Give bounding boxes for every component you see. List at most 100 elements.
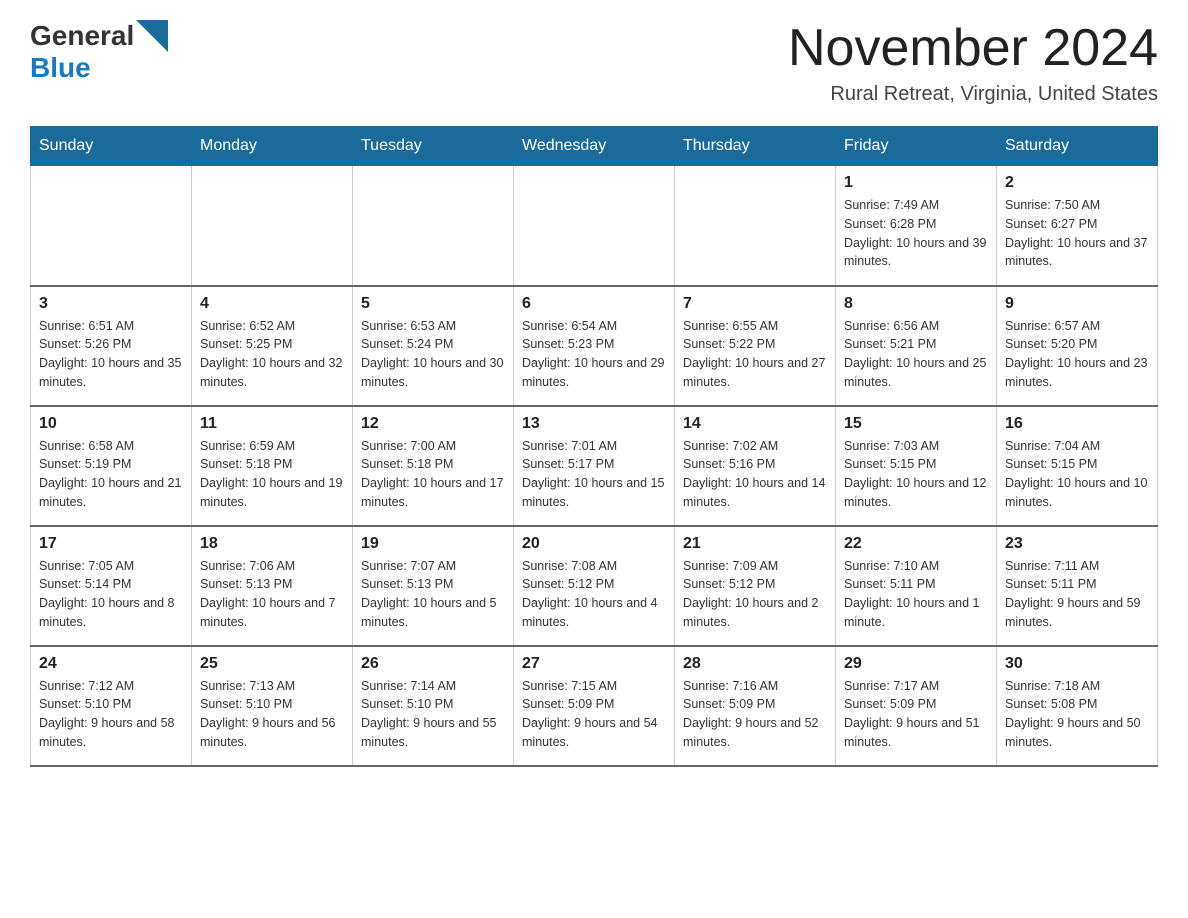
table-row: 26 Sunrise: 7:14 AMSunset: 5:10 PMDayligh… xyxy=(353,646,514,766)
day-info: Sunrise: 7:50 AMSunset: 6:27 PMDaylight:… xyxy=(1005,196,1149,271)
table-row: 1Sunrise: 7:49 AMSunset: 6:28 PMDaylight… xyxy=(836,166,997,286)
day-number: 6 xyxy=(522,295,666,313)
header-friday: Friday xyxy=(836,127,997,166)
day-number: 14 xyxy=(683,415,827,433)
day-number: 20 xyxy=(522,535,666,553)
header-sunday: Sunday xyxy=(31,127,192,166)
day-number: 21 xyxy=(683,535,827,553)
table-row: 14 Sunrise: 7:02 AMSunset: 5:16 PMDayligh… xyxy=(675,406,836,526)
day-info: Sunrise: 6:54 AMSunset: 5:23 PMDaylight:… xyxy=(522,317,666,392)
day-info: Sunrise: 7:17 AMSunset: 5:09 PMDaylight:… xyxy=(844,677,988,752)
day-number: 29 xyxy=(844,655,988,673)
day-info: Sunrise: 7:06 AMSunset: 5:13 PMDaylight:… xyxy=(200,557,344,632)
day-number: 2 xyxy=(1005,174,1149,192)
logo-triangle-icon xyxy=(136,20,168,52)
table-row: 11 Sunrise: 6:59 AMSunset: 5:18 PMDayligh… xyxy=(192,406,353,526)
table-row: 10 Sunrise: 6:58 AMSunset: 5:19 PMDayligh… xyxy=(31,406,192,526)
calendar-table: Sunday Monday Tuesday Wednesday Thursday… xyxy=(30,126,1158,767)
calendar-header-row: Sunday Monday Tuesday Wednesday Thursday… xyxy=(31,127,1158,166)
table-row xyxy=(675,166,836,286)
table-row: 19Sunrise: 7:07 AMSunset: 5:13 PMDayligh… xyxy=(353,526,514,646)
table-row: 23Sunrise: 7:11 AMSunset: 5:11 PMDayligh… xyxy=(997,526,1158,646)
day-number: 22 xyxy=(844,535,988,553)
day-number: 30 xyxy=(1005,655,1149,673)
day-number: 13 xyxy=(522,415,666,433)
day-info: Sunrise: 7:10 AMSunset: 5:11 PMDaylight:… xyxy=(844,557,988,632)
table-row: 8 Sunrise: 6:56 AMSunset: 5:21 PMDaylight… xyxy=(836,286,997,406)
day-info: Sunrise: 6:59 AMSunset: 5:18 PMDaylight:… xyxy=(200,437,344,512)
day-number: 16 xyxy=(1005,415,1149,433)
table-row: 9 Sunrise: 6:57 AMSunset: 5:20 PMDaylight… xyxy=(997,286,1158,406)
day-number: 19 xyxy=(361,535,505,553)
calendar-week-row: 24 Sunrise: 7:12 AMSunset: 5:10 PMDayligh… xyxy=(31,646,1158,766)
day-info: Sunrise: 6:57 AMSunset: 5:20 PMDaylight:… xyxy=(1005,317,1149,392)
table-row: 18Sunrise: 7:06 AMSunset: 5:13 PMDayligh… xyxy=(192,526,353,646)
day-number: 7 xyxy=(683,295,827,313)
month-title: November 2024 xyxy=(788,20,1158,77)
day-info: Sunrise: 7:05 AMSunset: 5:14 PMDaylight:… xyxy=(39,557,183,632)
day-info: Sunrise: 6:53 AMSunset: 5:24 PMDaylight:… xyxy=(361,317,505,392)
table-row: 4 Sunrise: 6:52 AMSunset: 5:25 PMDaylight… xyxy=(192,286,353,406)
day-info: Sunrise: 7:08 AMSunset: 5:12 PMDaylight:… xyxy=(522,557,666,632)
day-info: Sunrise: 7:14 AMSunset: 5:10 PMDaylight:… xyxy=(361,677,505,752)
table-row: 21 Sunrise: 7:09 AMSunset: 5:12 PMDayligh… xyxy=(675,526,836,646)
header-wednesday: Wednesday xyxy=(514,127,675,166)
table-row: 6 Sunrise: 6:54 AMSunset: 5:23 PMDaylight… xyxy=(514,286,675,406)
logo-general-text: General xyxy=(30,20,134,52)
day-info: Sunrise: 7:11 AMSunset: 5:11 PMDaylight:… xyxy=(1005,557,1149,632)
day-number: 4 xyxy=(200,295,344,313)
day-info: Sunrise: 7:15 AMSunset: 5:09 PMDaylight:… xyxy=(522,677,666,752)
day-info: Sunrise: 7:13 AMSunset: 5:10 PMDaylight:… xyxy=(200,677,344,752)
table-row: 7Sunrise: 6:55 AMSunset: 5:22 PMDaylight… xyxy=(675,286,836,406)
day-number: 26 xyxy=(361,655,505,673)
table-row xyxy=(514,166,675,286)
table-row: 30Sunrise: 7:18 AMSunset: 5:08 PMDayligh… xyxy=(997,646,1158,766)
day-info: Sunrise: 7:09 AMSunset: 5:12 PMDaylight:… xyxy=(683,557,827,632)
calendar-week-row: 3Sunrise: 6:51 AMSunset: 5:26 PMDaylight… xyxy=(31,286,1158,406)
table-row xyxy=(353,166,514,286)
day-number: 15 xyxy=(844,415,988,433)
table-row: 5 Sunrise: 6:53 AMSunset: 5:24 PMDaylight… xyxy=(353,286,514,406)
day-number: 25 xyxy=(200,655,344,673)
table-row: 27 Sunrise: 7:15 AMSunset: 5:09 PMDayligh… xyxy=(514,646,675,766)
table-row: 12 Sunrise: 7:00 AMSunset: 5:18 PMDayligh… xyxy=(353,406,514,526)
day-info: Sunrise: 7:02 AMSunset: 5:16 PMDaylight:… xyxy=(683,437,827,512)
table-row xyxy=(31,166,192,286)
table-row: 28Sunrise: 7:16 AMSunset: 5:09 PMDayligh… xyxy=(675,646,836,766)
day-number: 24 xyxy=(39,655,183,673)
day-number: 27 xyxy=(522,655,666,673)
day-number: 17 xyxy=(39,535,183,553)
day-number: 9 xyxy=(1005,295,1149,313)
table-row: 2 Sunrise: 7:50 AMSunset: 6:27 PMDaylight… xyxy=(997,166,1158,286)
day-info: Sunrise: 6:52 AMSunset: 5:25 PMDaylight:… xyxy=(200,317,344,392)
table-row: 24 Sunrise: 7:12 AMSunset: 5:10 PMDayligh… xyxy=(31,646,192,766)
day-info: Sunrise: 7:12 AMSunset: 5:10 PMDaylight:… xyxy=(39,677,183,752)
day-info: Sunrise: 7:00 AMSunset: 5:18 PMDaylight:… xyxy=(361,437,505,512)
day-info: Sunrise: 7:01 AMSunset: 5:17 PMDaylight:… xyxy=(522,437,666,512)
table-row: 17 Sunrise: 7:05 AMSunset: 5:14 PMDayligh… xyxy=(31,526,192,646)
header-thursday: Thursday xyxy=(675,127,836,166)
table-row xyxy=(192,166,353,286)
day-number: 5 xyxy=(361,295,505,313)
day-info: Sunrise: 7:03 AMSunset: 5:15 PMDaylight:… xyxy=(844,437,988,512)
day-number: 12 xyxy=(361,415,505,433)
day-info: Sunrise: 6:58 AMSunset: 5:19 PMDaylight:… xyxy=(39,437,183,512)
day-info: Sunrise: 6:56 AMSunset: 5:21 PMDaylight:… xyxy=(844,317,988,392)
table-row: 3Sunrise: 6:51 AMSunset: 5:26 PMDaylight… xyxy=(31,286,192,406)
title-area: November 2024 Rural Retreat, Virginia, U… xyxy=(788,20,1158,106)
day-info: Sunrise: 7:16 AMSunset: 5:09 PMDaylight:… xyxy=(683,677,827,752)
location-subtitle: Rural Retreat, Virginia, United States xyxy=(788,83,1158,106)
table-row: 25 Sunrise: 7:13 AMSunset: 5:10 PMDayligh… xyxy=(192,646,353,766)
day-number: 10 xyxy=(39,415,183,433)
calendar-week-row: 1Sunrise: 7:49 AMSunset: 6:28 PMDaylight… xyxy=(31,166,1158,286)
day-info: Sunrise: 6:51 AMSunset: 5:26 PMDaylight:… xyxy=(39,317,183,392)
table-row: 20 Sunrise: 7:08 AMSunset: 5:12 PMDayligh… xyxy=(514,526,675,646)
header-monday: Monday xyxy=(192,127,353,166)
table-row: 29 Sunrise: 7:17 AMSunset: 5:09 PMDayligh… xyxy=(836,646,997,766)
day-info: Sunrise: 7:49 AMSunset: 6:28 PMDaylight:… xyxy=(844,196,988,271)
day-number: 11 xyxy=(200,415,344,433)
calendar-week-row: 17 Sunrise: 7:05 AMSunset: 5:14 PMDayligh… xyxy=(31,526,1158,646)
page-header: General Blue November 2024 Rural Retreat… xyxy=(30,20,1158,106)
day-number: 8 xyxy=(844,295,988,313)
table-row: 22 Sunrise: 7:10 AMSunset: 5:11 PMDayligh… xyxy=(836,526,997,646)
